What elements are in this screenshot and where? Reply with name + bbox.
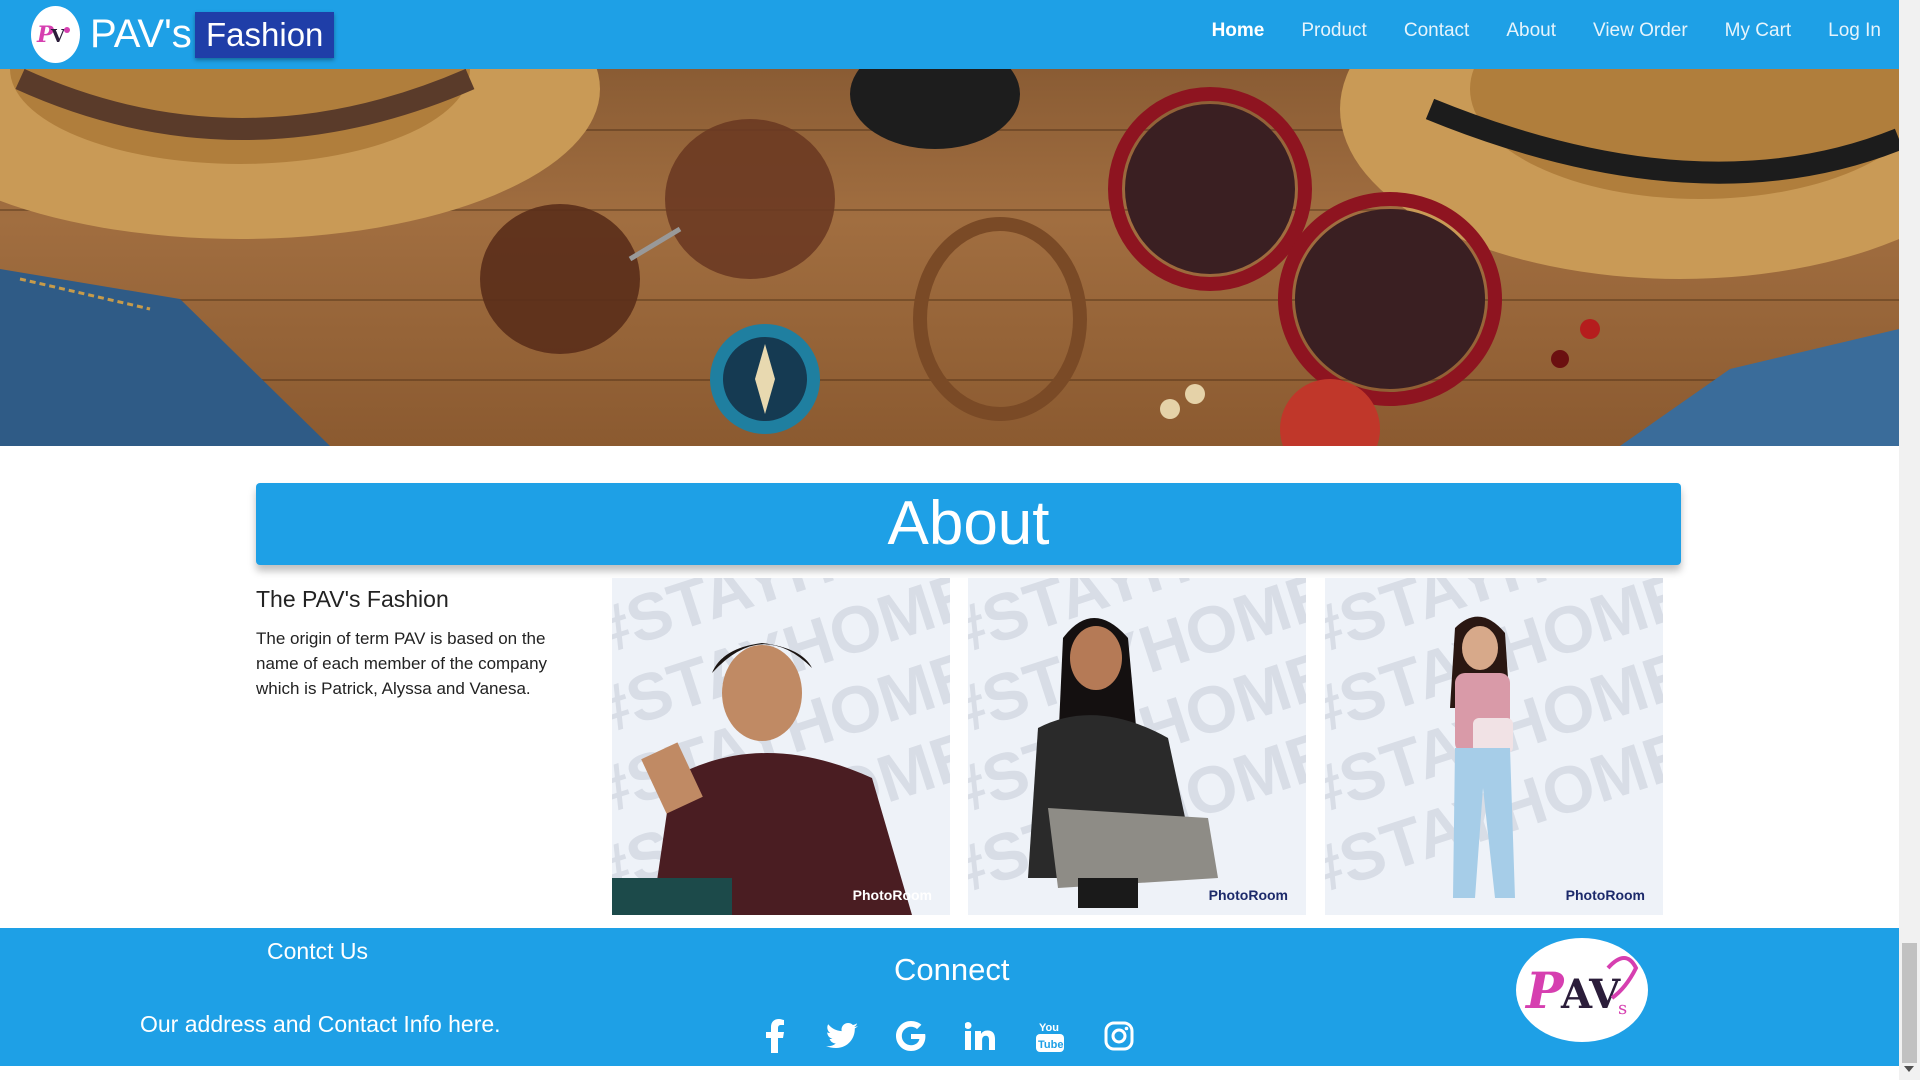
svg-text:V: V — [50, 26, 66, 47]
brand-tag[interactable]: Fashion — [195, 12, 335, 58]
svg-text:s: s — [1618, 998, 1627, 1019]
svg-text:You: You — [1039, 1022, 1059, 1034]
nav-log-in[interactable]: Log In — [1828, 20, 1881, 42]
brand-logo-icon: P AV s — [1524, 956, 1639, 1020]
footer-contact-title: Contct Us — [267, 938, 368, 964]
nav-home[interactable]: Home — [1212, 20, 1265, 42]
photoroom-badge: PhotoRoom — [1565, 887, 1645, 903]
scrollbar-thumb[interactable] — [1902, 943, 1917, 1063]
twitter-icon[interactable] — [822, 1016, 862, 1056]
photoroom-badge: PhotoRoom — [1208, 887, 1288, 903]
footer-contact-text: Our address and Contact Info here. — [140, 1011, 501, 1037]
about-description: The origin of term PAV is based on the n… — [256, 629, 548, 698]
brand-name[interactable]: PAV's — [90, 10, 192, 58]
facebook-icon[interactable] — [755, 1016, 795, 1056]
page-bottom — [0, 1066, 1899, 1080]
svg-text:P: P — [1524, 961, 1565, 1020]
about-heading: The PAV's Fashion — [256, 586, 449, 612]
svg-text:AV: AV — [1560, 971, 1621, 1018]
footer: Contct Us Our address and Contact Info h… — [0, 928, 1899, 1066]
nav-links: Home Product Contact About View Order My… — [1175, 0, 1881, 62]
person-illustration — [1028, 618, 1218, 908]
team-photo-vanesa: #STAYHOME #STAYHOME #STAYHOME #STAYHOME … — [1325, 578, 1663, 915]
photoroom-badge: PhotoRoom — [852, 887, 932, 903]
svg-text:Tube: Tube — [1038, 1039, 1063, 1051]
vertical-scrollbar[interactable] — [1899, 0, 1920, 1080]
hero-banner-image — [0, 69, 1899, 446]
nav-view-order[interactable]: View Order — [1593, 20, 1688, 42]
team-photo-alyssa: #STAYHOME #STAYHOME #STAYHOME #STAYHOME … — [968, 578, 1306, 915]
brand-logo[interactable]: P V — [31, 6, 80, 63]
scroll-down-arrow-icon[interactable] — [1904, 1066, 1914, 1072]
youtube-icon[interactable]: You Tube — [1030, 1016, 1070, 1056]
instagram-icon[interactable] — [1099, 1016, 1139, 1056]
page: P V PAV's Fashion Home Product Contact A… — [0, 0, 1920, 1080]
person-illustration — [1450, 616, 1515, 898]
footer-connect-title: Connect — [894, 952, 1010, 987]
person-illustration — [612, 643, 912, 915]
nav-product[interactable]: Product — [1301, 20, 1366, 42]
hero-illustration — [0, 69, 1899, 446]
linkedin-icon[interactable] — [960, 1016, 1000, 1056]
nav-my-cart[interactable]: My Cart — [1725, 20, 1792, 42]
navbar: P V PAV's Fashion Home Product Contact A… — [0, 0, 1899, 69]
footer-logo[interactable]: P AV s — [1516, 938, 1648, 1042]
team-photo-patrick: #STAYHOME #STAYHOME #STAYHOME #STAYHOME … — [612, 578, 950, 915]
nav-about[interactable]: About — [1506, 20, 1556, 42]
about-banner: About — [256, 483, 1681, 565]
nav-contact[interactable]: Contact — [1404, 20, 1469, 42]
brand-logo-icon: P V — [36, 22, 70, 48]
google-icon[interactable] — [891, 1016, 931, 1056]
